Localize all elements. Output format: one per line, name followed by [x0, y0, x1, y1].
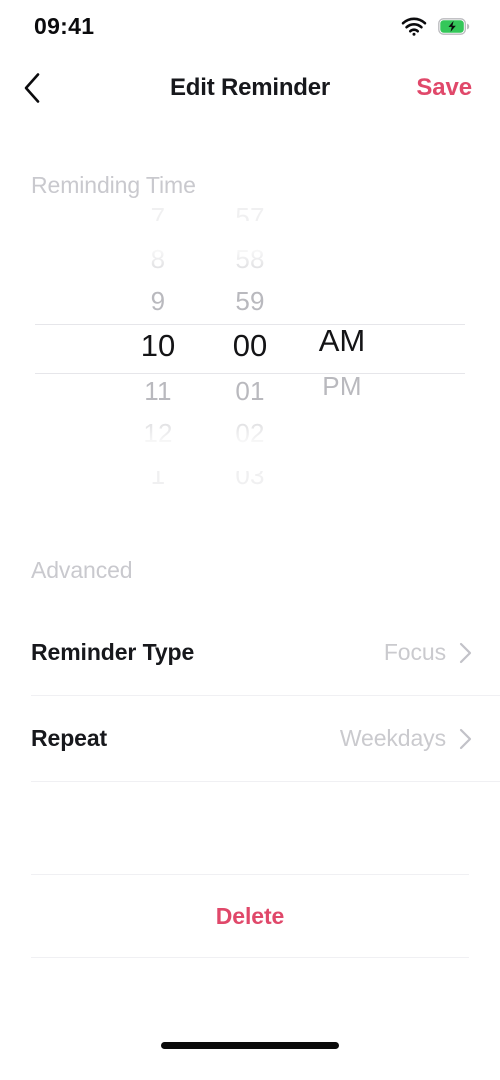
home-indicator[interactable]	[161, 1041, 339, 1049]
minute-option[interactable]: 58	[204, 238, 296, 280]
minute-option[interactable]: 59	[204, 280, 296, 322]
minute-option[interactable]: 02	[204, 412, 296, 454]
hour-picker-column[interactable]: 7 8 9 10 11 12 1	[112, 202, 204, 490]
hour-option[interactable]: 7	[112, 196, 204, 238]
advanced-section-header: Advanced	[31, 557, 133, 583]
navigation-bar: Edit Reminder Save	[0, 52, 500, 124]
minute-option-selected[interactable]: 00	[204, 322, 296, 370]
reminder-type-label: Reminder Type	[31, 639, 195, 665]
delete-section: Delete	[0, 874, 500, 958]
setting-row-repeat[interactable]: Repeat Weekdays	[0, 696, 500, 781]
hour-option[interactable]: 11	[112, 370, 204, 412]
row-divider	[31, 781, 500, 782]
period-option-selected[interactable]: AM	[296, 317, 388, 365]
chevron-left-icon	[22, 72, 42, 104]
back-button[interactable]	[22, 68, 62, 108]
status-bar-time: 09:41	[34, 12, 95, 39]
edit-reminder-screen: 09:41 Edit Reminder Save Reminding Time …	[0, 0, 500, 1080]
repeat-label: Repeat	[31, 725, 108, 751]
save-button[interactable]: Save	[416, 74, 472, 102]
hour-option[interactable]: 8	[112, 238, 204, 280]
period-option[interactable]: PM	[296, 365, 388, 407]
chevron-right-icon	[459, 728, 472, 750]
minute-picker-column[interactable]: 57 58 59 00 01 02 03	[204, 202, 296, 490]
hour-option[interactable]: 1	[112, 454, 204, 496]
reminding-time-section-header: Reminding Time	[31, 172, 196, 198]
repeat-value-group: Weekdays	[340, 725, 472, 752]
setting-row-reminder-type[interactable]: Reminder Type Focus	[0, 610, 500, 695]
hour-option-selected[interactable]: 10	[112, 322, 204, 370]
repeat-value: Weekdays	[339, 725, 446, 751]
battery-charging-icon	[438, 17, 470, 35]
reminder-type-value-group: Focus	[384, 639, 472, 666]
minute-option[interactable]: 01	[204, 370, 296, 412]
minute-option[interactable]: 03	[204, 454, 296, 496]
hour-option[interactable]: 12	[112, 412, 204, 454]
wifi-icon	[401, 16, 427, 36]
hour-option[interactable]: 9	[112, 280, 204, 322]
delete-button[interactable]: Delete	[0, 875, 500, 957]
status-bar-indicators	[401, 16, 470, 36]
minute-option[interactable]: 57	[204, 196, 296, 238]
home-indicator-area	[0, 1010, 500, 1080]
status-bar: 09:41	[0, 0, 500, 52]
advanced-section: Advanced Reminder Type Focus Repeat Week…	[0, 557, 500, 782]
chevron-right-icon	[459, 642, 472, 664]
reminder-type-value: Focus	[383, 639, 446, 665]
time-picker[interactable]: 7 8 9 10 11 12 1 57 58 59 00 01 02 03 AM…	[0, 202, 500, 490]
period-picker-column[interactable]: AM PM	[296, 221, 388, 471]
delete-divider-bottom	[31, 957, 469, 958]
